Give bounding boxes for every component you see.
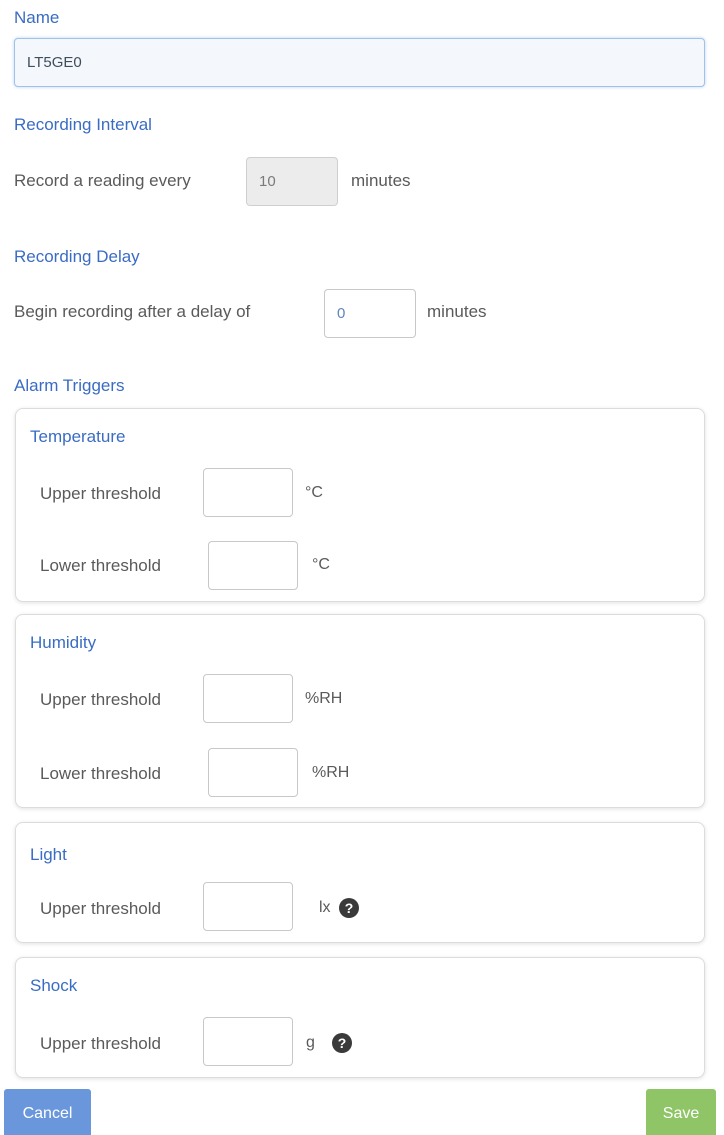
light-upper-label: Upper threshold <box>40 899 161 918</box>
recording-delay-prefix: Begin recording after a delay of <box>14 302 251 321</box>
light-card: Light Upper threshold lx ? <box>15 822 705 943</box>
recording-interval-heading: Recording Interval <box>14 115 152 134</box>
recording-interval-input[interactable] <box>246 157 338 206</box>
light-help-icon[interactable]: ? <box>339 898 359 918</box>
light-title: Light <box>30 845 67 864</box>
light-upper-input[interactable] <box>203 882 293 931</box>
humidity-title: Humidity <box>30 633 97 652</box>
recording-interval-prefix: Record a reading every <box>14 171 191 190</box>
name-label: Name <box>14 8 60 27</box>
sensor-settings-form: Name Recording Interval Record a reading… <box>0 0 724 1135</box>
humidity-lower-unit: %RH <box>312 764 350 781</box>
humidity-upper-label: Upper threshold <box>40 690 161 709</box>
recording-interval-unit: minutes <box>351 171 411 190</box>
shock-help-icon[interactable]: ? <box>332 1033 352 1053</box>
temperature-lower-label: Lower threshold <box>40 556 161 575</box>
cancel-button[interactable]: Cancel <box>4 1089 91 1135</box>
temperature-card: Temperature Upper threshold °C Lower thr… <box>15 408 705 602</box>
shock-upper-unit: g <box>306 1034 315 1051</box>
temperature-upper-label: Upper threshold <box>40 484 161 503</box>
shock-title: Shock <box>30 976 78 995</box>
temperature-lower-input[interactable] <box>208 541 298 590</box>
shock-upper-label: Upper threshold <box>40 1034 161 1053</box>
humidity-card: Humidity Upper threshold %RH Lower thres… <box>15 614 705 808</box>
save-button[interactable]: Save <box>646 1089 716 1135</box>
recording-delay-unit: minutes <box>427 302 487 321</box>
temperature-upper-input[interactable] <box>203 468 293 517</box>
shock-card: Shock Upper threshold g ? <box>15 957 705 1078</box>
humidity-upper-unit: %RH <box>305 690 343 707</box>
temperature-upper-unit: °C <box>305 484 323 501</box>
name-input[interactable] <box>14 38 705 87</box>
humidity-upper-input[interactable] <box>203 674 293 723</box>
humidity-lower-input[interactable] <box>208 748 298 797</box>
light-upper-unit: lx <box>319 899 331 916</box>
shock-upper-input[interactable] <box>203 1017 293 1066</box>
humidity-lower-label: Lower threshold <box>40 764 161 783</box>
alarm-triggers-heading: Alarm Triggers <box>14 376 125 395</box>
recording-delay-input[interactable] <box>324 289 416 338</box>
recording-delay-heading: Recording Delay <box>14 247 140 266</box>
temperature-title: Temperature <box>30 427 126 446</box>
temperature-lower-unit: °C <box>312 556 330 573</box>
